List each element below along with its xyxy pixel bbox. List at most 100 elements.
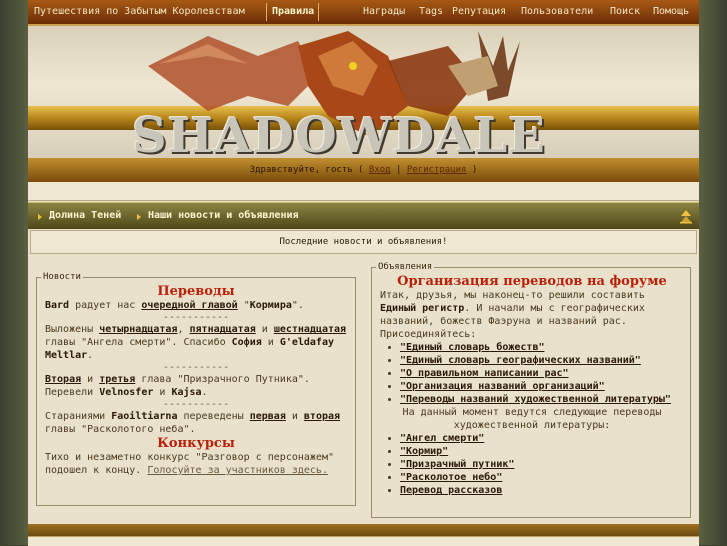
arrow-icon (137, 214, 141, 220)
nav-link-reputation[interactable]: Репутация (452, 6, 506, 17)
left-background (0, 0, 28, 545)
announcement-text: Итак, друзья, мы наконец-то решили соста… (380, 290, 645, 301)
news-text: и (81, 374, 100, 385)
divider: ----------- (162, 399, 230, 410)
right-background (699, 0, 727, 545)
topic-link[interactable]: "Единый словарь божеств" (400, 342, 545, 353)
news-paragraph-3: Вторая и третья глава "Призрачного Путни… (45, 373, 347, 399)
top-nav-bar: Путешествия по Забытым Королевствам Прав… (28, 0, 699, 26)
news-text: переведены (177, 411, 250, 422)
nav-link-journeys[interactable]: Путешествия по Забытым Королевствам (34, 6, 245, 17)
spacer (28, 182, 699, 201)
nav-separator (266, 3, 267, 21)
list-item: Перевод рассказов (400, 484, 684, 497)
breadcrumb-item-shadowdale[interactable]: Долина Теней (49, 210, 121, 221)
translations-list: "Ангел смерти" "Кормир" "Призрачный путн… (380, 432, 684, 497)
translator-name: Kajsa (171, 387, 202, 398)
nav-link-rules[interactable]: Правила (272, 6, 314, 17)
greeting-text: Здравствуйте, гость (249, 165, 353, 175)
nav-link-tags[interactable]: Tags (419, 6, 443, 17)
chapter-link[interactable]: очередной главой (141, 300, 237, 311)
news-legend: Новости (43, 272, 81, 282)
translation-link[interactable]: Перевод рассказов (400, 485, 502, 496)
nav-separator (318, 3, 319, 21)
translations-heading: Переводы (157, 284, 235, 299)
translator-name: Faoiltiarna (111, 411, 178, 422)
translation-link[interactable]: "Расколотое небо" (400, 472, 502, 483)
nav-link-users[interactable]: Пользователи (521, 6, 593, 17)
news-text: Выложены (45, 324, 100, 335)
breadcrumb-bar: Долина Теней Наши новости и объявления (28, 202, 699, 229)
news-text: радует нас (69, 300, 142, 311)
announcement-heading: Организация переводов на форуме (397, 274, 667, 289)
translation-link[interactable]: "Кормир" (400, 446, 448, 457)
arrow-icon (38, 214, 42, 220)
list-item: "Расколотое небо" (400, 471, 684, 484)
chapter-link[interactable]: вторая (304, 411, 340, 422)
chapter-link[interactable]: Вторая (45, 374, 81, 385)
announcements-legend: Объявления (378, 262, 433, 272)
translator-name: Velnosfer (99, 387, 154, 398)
greeting-bar: Здравствуйте, гость ( Вход | Регистрация… (28, 158, 699, 182)
divider: ----------- (162, 312, 230, 323)
list-item: "Переводы названий художественной литера… (400, 393, 684, 406)
news-text: Стараниями (45, 411, 112, 422)
chapter-link[interactable]: пятнадцатая (190, 324, 256, 335)
scroll-up-icon[interactable] (679, 208, 693, 224)
nav-link-awards[interactable]: Награды (363, 6, 405, 17)
list-item: "Единый словарь географических названий" (400, 354, 684, 367)
announcement-bold: Единый регистр (380, 303, 465, 314)
news-text: и (261, 337, 280, 348)
vote-link[interactable]: Голосуйте за участников здесь. (147, 465, 328, 476)
news-text: , (177, 324, 190, 335)
announcements-box: Объявления Организация переводов на фору… (371, 262, 691, 518)
news-paragraph-1: Bard радует нас очередной главой "Кормир… (45, 299, 347, 312)
news-box: Новости Переводы Bard радует нас очередн… (36, 272, 356, 506)
list-item: "Организация названий организаций" (400, 380, 684, 393)
forum-subtitle: Последние новости и объявления! (30, 230, 697, 254)
news-text: . (87, 350, 94, 361)
site-logo[interactable]: SHADOWDALE (132, 108, 546, 158)
chapter-link[interactable]: шестнадцатая (274, 324, 346, 335)
news-text: ". (291, 300, 304, 311)
news-text: и (153, 387, 172, 398)
news-text: главы "Расколотого неба". (45, 424, 196, 435)
site-banner: SHADOWDALE (28, 26, 699, 158)
news-paragraph-5: Тихо и незаметно конкурс "Разговор с пер… (45, 451, 347, 477)
topic-link[interactable]: "О правильном написании рас" (400, 368, 569, 379)
list-item: "Единый словарь божеств" (400, 341, 684, 354)
topic-link[interactable]: "Организация названий организаций" (400, 381, 605, 392)
list-item: "Кормир" (400, 445, 684, 458)
nav-link-search[interactable]: Поиск (610, 6, 640, 17)
list-item: "Призрачный путник" (400, 458, 684, 471)
chapter-link[interactable]: четырнадцатая (99, 324, 177, 335)
chapter-link[interactable]: третья (99, 374, 135, 385)
topic-link[interactable]: "Переводы названий художественной литера… (400, 394, 671, 405)
list-item: "Ангел смерти" (400, 432, 684, 445)
translation-link[interactable]: "Ангел смерти" (400, 433, 484, 444)
breadcrumb-item-news[interactable]: Наши новости и объявления (148, 210, 299, 221)
news-text: . (201, 387, 208, 398)
news-text: главы "Ангела смерти". Спасибо (45, 337, 232, 348)
news-text: " (237, 300, 250, 311)
news-paragraph-2: Выложены четырнадцатая, пятнадцатая и ше… (45, 323, 347, 362)
topic-link[interactable]: "Единый словарь географических названий" (400, 355, 641, 366)
news-paragraph-4: Стараниями Faoiltiarna переведены первая… (45, 410, 347, 436)
chapter-link[interactable]: первая (250, 411, 286, 422)
list-item: "О правильном написании рас" (400, 367, 684, 380)
divider: ----------- (162, 362, 230, 373)
login-link[interactable]: Вход (369, 165, 391, 175)
book-title: Кормира (249, 300, 292, 311)
content-area: Новости Переводы Bard радует нас очередн… (28, 254, 699, 524)
announcement-middle: На данный момент ведутся следующие перев… (402, 407, 662, 431)
translation-link[interactable]: "Призрачный путник" (400, 459, 514, 470)
bottom-bar (28, 524, 699, 536)
register-link[interactable]: Регистрация (407, 165, 467, 175)
news-text: и (285, 411, 304, 422)
page-frame: Путешествия по Забытым Королевствам Прав… (28, 0, 699, 546)
news-text: и (255, 324, 274, 335)
contests-heading: Конкурсы (157, 436, 235, 451)
announcement-intro: Итак, друзья, мы наконец-то решили соста… (380, 289, 684, 341)
translator-name: София (231, 337, 262, 348)
nav-link-help[interactable]: Помощь (653, 6, 689, 17)
